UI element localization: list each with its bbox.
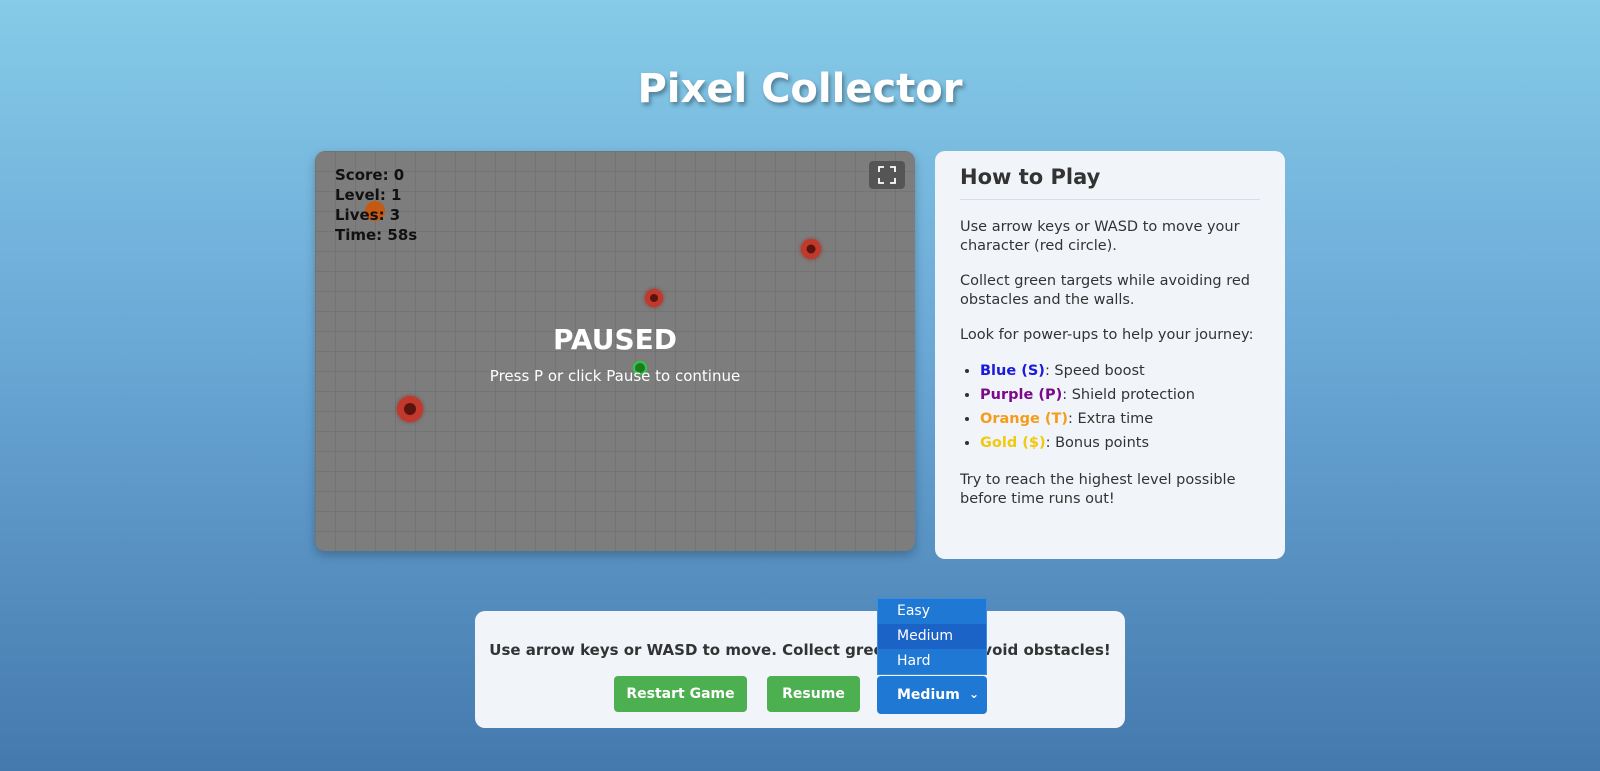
difficulty-select[interactable]: Medium ⌄: [877, 676, 987, 714]
obstacle: [801, 239, 821, 259]
game-canvas[interactable]: Score: 0 Level: 1 Lives: 3 Time: 58s PAU…: [315, 151, 915, 551]
chevron-down-icon: ⌄: [968, 687, 979, 701]
powerup-name: Gold ($): [980, 435, 1046, 451]
powerup-desc: : Extra time: [1068, 411, 1154, 427]
instruction-collect: Collect green targets while avoiding red…: [960, 273, 1250, 308]
list-item: Blue (S): Speed boost: [980, 359, 1260, 383]
fullscreen-button[interactable]: [869, 161, 905, 189]
lives-display: Lives: 3: [335, 206, 401, 224]
powerup-list: Blue (S): Speed boost Purple (P): Shield…: [980, 359, 1260, 455]
difficulty-option-medium[interactable]: Medium: [878, 624, 986, 649]
hud: Score: 0 Level: 1 Lives: 3 Time: 58s: [335, 165, 417, 245]
list-item: Orange (T): Extra time: [980, 407, 1260, 431]
powerup-name: Blue (S): [980, 363, 1045, 379]
powerup-desc: : Bonus points: [1045, 435, 1149, 451]
fullscreen-icon: [878, 166, 896, 184]
difficulty-dropdown[interactable]: Easy Medium Hard: [877, 598, 987, 675]
page-title: Pixel Collector: [637, 66, 963, 112]
paused-title: PAUSED: [552, 323, 678, 356]
controls-instructions: Use arrow keys or WASD to move. Collect …: [489, 641, 1111, 659]
list-item: Purple (P): Shield protection: [980, 383, 1260, 407]
restart-button[interactable]: Restart Game: [614, 676, 747, 712]
powerup-desc: : Speed boost: [1044, 363, 1145, 379]
difficulty-option-hard[interactable]: Hard: [878, 649, 986, 674]
instruction-goal: Try to reach the highest level possible …: [960, 472, 1236, 507]
powerup-desc: : Shield protection: [1062, 387, 1195, 403]
obstacle: [645, 289, 663, 307]
powerup-name: Purple (P): [980, 387, 1063, 403]
how-to-play-panel: How to Play Use arrow keys or WASD to mo…: [935, 151, 1285, 559]
difficulty-selected: Medium: [897, 687, 960, 703]
obstacle: [397, 396, 423, 422]
resume-button[interactable]: Resume: [767, 676, 860, 712]
instruction-powerups: Look for power-ups to help your journey:: [960, 327, 1254, 343]
time-display: Time: 58s: [335, 226, 418, 244]
list-item: Gold ($): Bonus points: [980, 431, 1260, 455]
controls-panel: Use arrow keys or WASD to move. Collect …: [475, 611, 1125, 728]
difficulty-option-easy[interactable]: Easy: [878, 599, 986, 624]
level-display: Level: 1: [335, 186, 402, 204]
powerup-name: Orange (T): [980, 411, 1068, 427]
score-display: Score: 0: [335, 166, 405, 184]
how-to-play-heading: How to Play: [960, 165, 1260, 200]
paused-subtitle: Press P or click Pause to continue: [489, 367, 741, 385]
instruction-move: Use arrow keys or WASD to move your char…: [960, 219, 1240, 254]
